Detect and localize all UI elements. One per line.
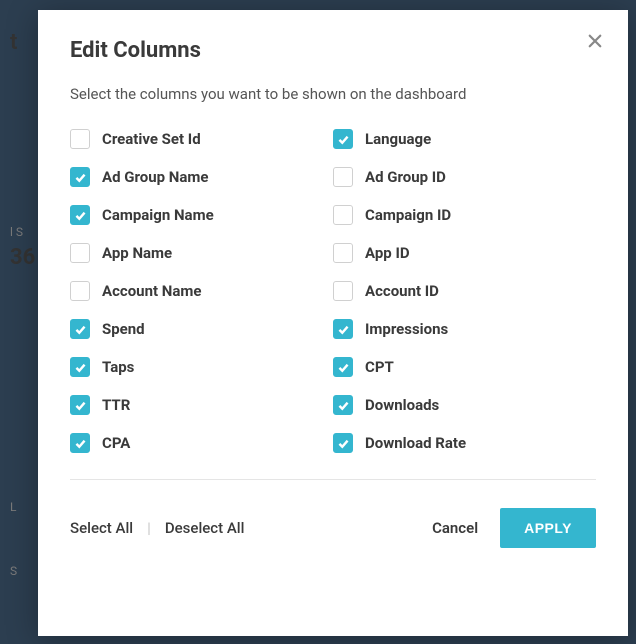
checkbox-label: Downloads xyxy=(365,396,439,414)
checkbox-item-language[interactable]: Language xyxy=(333,129,596,149)
checkbox[interactable] xyxy=(333,433,353,453)
checkbox-item-cpa[interactable]: CPA xyxy=(70,433,333,453)
check-icon xyxy=(74,171,87,184)
checkbox-label: Download Rate xyxy=(365,434,466,452)
checkbox-label: Language xyxy=(365,130,431,148)
footer-right: Cancel APPLY xyxy=(432,508,596,548)
checkbox-item-spend[interactable]: Spend xyxy=(70,319,333,339)
check-icon xyxy=(74,323,87,336)
bg-label-l: L xyxy=(10,500,35,514)
bg-stat-value: 36 xyxy=(10,245,35,270)
checkbox[interactable] xyxy=(333,205,353,225)
check-icon xyxy=(74,361,87,374)
checkbox[interactable] xyxy=(70,433,90,453)
edit-columns-modal: Edit Columns Select the columns you want… xyxy=(38,10,628,636)
columns-grid: Creative Set Id Ad Group Name Campaign Nam… xyxy=(70,129,596,480)
checkbox-label: TTR xyxy=(102,396,130,414)
checkbox[interactable] xyxy=(333,281,353,301)
checkbox[interactable] xyxy=(333,319,353,339)
checkbox[interactable] xyxy=(70,357,90,377)
checkbox[interactable] xyxy=(333,129,353,149)
checkbox-label: App ID xyxy=(365,244,410,262)
checkbox-item-account-id[interactable]: Account ID xyxy=(333,281,596,301)
checkbox-label: Campaign ID xyxy=(365,206,451,224)
checkbox[interactable] xyxy=(333,357,353,377)
column-left: Creative Set Id Ad Group Name Campaign Nam… xyxy=(70,129,333,453)
checkbox[interactable] xyxy=(70,167,90,187)
check-icon xyxy=(337,437,350,450)
check-icon xyxy=(74,399,87,412)
checkbox-label: Account Name xyxy=(102,282,202,300)
checkbox-label: Creative Set Id xyxy=(102,130,201,148)
check-icon xyxy=(74,209,87,222)
checkbox-item-ad-group-id[interactable]: Ad Group ID xyxy=(333,167,596,187)
checkbox-label: Ad Group Name xyxy=(102,168,208,186)
checkbox-item-app-name[interactable]: App Name xyxy=(70,243,333,263)
deselect-all-button[interactable]: Deselect All xyxy=(165,519,245,537)
separator: | xyxy=(147,519,151,537)
checkbox-item-impressions[interactable]: Impressions xyxy=(333,319,596,339)
check-icon xyxy=(337,323,350,336)
checkbox-label: Ad Group ID xyxy=(365,168,446,186)
checkbox-item-app-id[interactable]: App ID xyxy=(333,243,596,263)
checkbox[interactable] xyxy=(333,167,353,187)
apply-button[interactable]: APPLY xyxy=(500,508,596,548)
checkbox-label: Impressions xyxy=(365,320,448,338)
bg-stat-label: l S xyxy=(10,225,35,239)
checkbox-item-downloads[interactable]: Downloads xyxy=(333,395,596,415)
checkbox-label: Campaign Name xyxy=(102,206,214,224)
checkbox-item-campaign-name[interactable]: Campaign Name xyxy=(70,205,333,225)
checkbox-item-campaign-id[interactable]: Campaign ID xyxy=(333,205,596,225)
column-right: Language Ad Group ID Campaign ID App ID Acco… xyxy=(333,129,596,453)
select-all-button[interactable]: Select All xyxy=(70,519,133,537)
cancel-button[interactable]: Cancel xyxy=(432,519,478,537)
checkbox-label: Account ID xyxy=(365,282,439,300)
checkbox[interactable] xyxy=(70,243,90,263)
checkbox-item-download-rate[interactable]: Download Rate xyxy=(333,433,596,453)
checkbox-label: CPA xyxy=(102,434,130,452)
modal-subtitle: Select the columns you want to be shown … xyxy=(70,85,596,103)
checkbox-item-taps[interactable]: Taps xyxy=(70,357,333,377)
close-button[interactable] xyxy=(586,32,606,52)
modal-title: Edit Columns xyxy=(70,38,596,63)
check-icon xyxy=(74,437,87,450)
checkbox-label: Spend xyxy=(102,320,145,338)
check-icon xyxy=(337,399,350,412)
checkbox[interactable] xyxy=(70,319,90,339)
modal-footer: Select All | Deselect All Cancel APPLY xyxy=(70,508,596,548)
footer-left: Select All | Deselect All xyxy=(70,519,244,537)
checkbox[interactable] xyxy=(70,205,90,225)
checkbox[interactable] xyxy=(70,129,90,149)
checkbox[interactable] xyxy=(70,281,90,301)
check-icon xyxy=(337,133,350,146)
checkbox-item-ttr[interactable]: TTR xyxy=(70,395,333,415)
checkbox-label: Taps xyxy=(102,358,134,376)
bg-label-s: S xyxy=(10,564,35,578)
checkbox[interactable] xyxy=(333,243,353,263)
check-icon xyxy=(337,361,350,374)
checkbox[interactable] xyxy=(70,395,90,415)
checkbox-label: CPT xyxy=(365,358,394,376)
checkbox-item-ad-group-name[interactable]: Ad Group Name xyxy=(70,167,333,187)
checkbox-label: App Name xyxy=(102,244,172,262)
checkbox[interactable] xyxy=(333,395,353,415)
checkbox-item-account-name[interactable]: Account Name xyxy=(70,281,333,301)
close-icon xyxy=(586,32,604,50)
checkbox-item-cpt[interactable]: CPT xyxy=(333,357,596,377)
checkbox-item-creative-set-id[interactable]: Creative Set Id xyxy=(70,129,333,149)
bg-title-fragment: t xyxy=(10,30,35,55)
